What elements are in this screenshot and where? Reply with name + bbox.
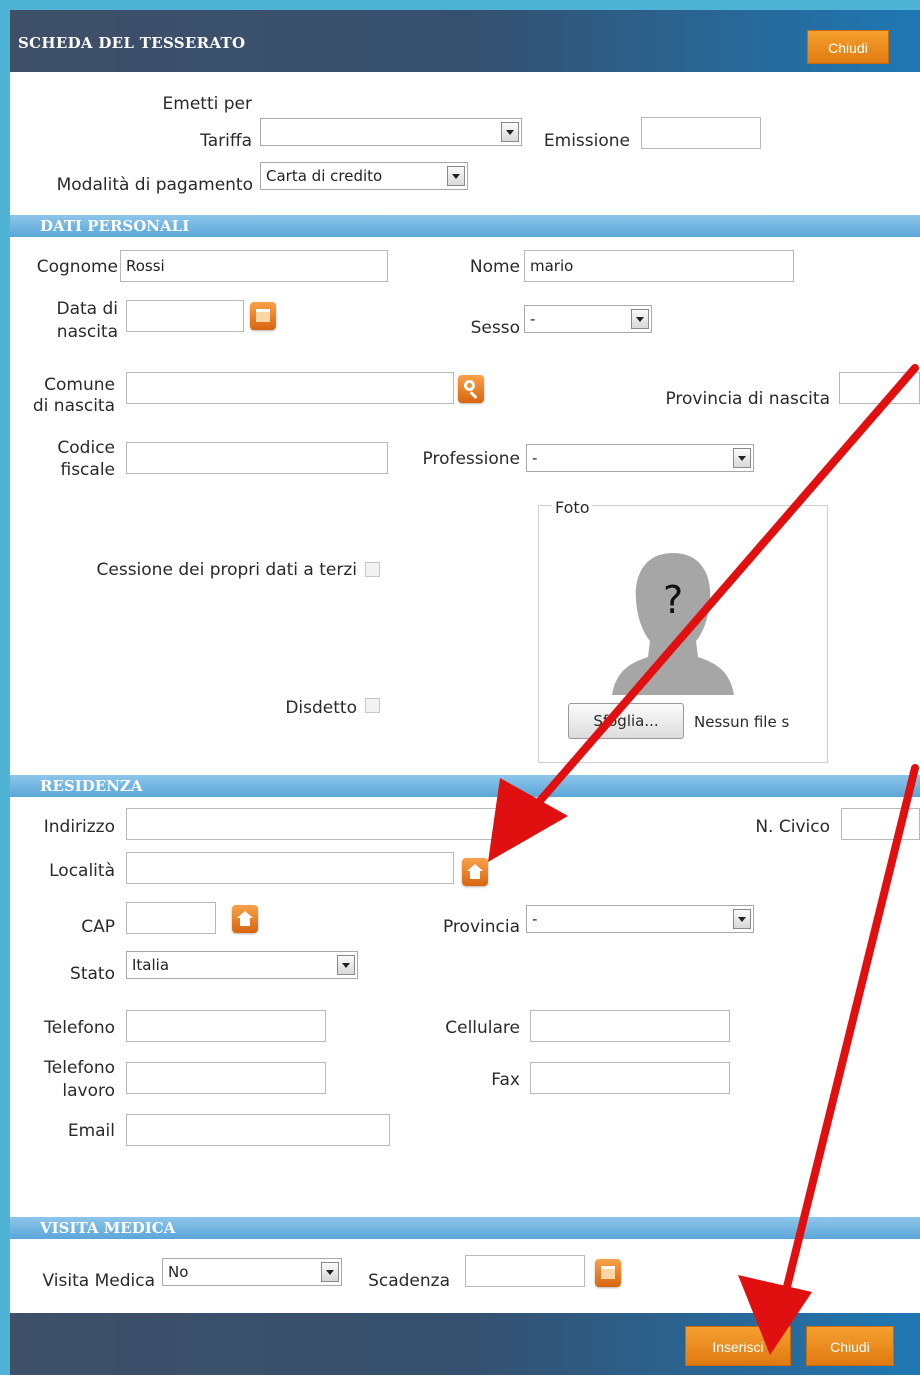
scadenza-field[interactable]	[465, 1255, 585, 1287]
provincia-nascita-field[interactable]	[839, 372, 920, 404]
localita-label: Località	[49, 861, 115, 881]
codice-fiscale-label-1: Codice	[57, 438, 115, 458]
comune-nascita-label-2: di nascita	[32, 396, 115, 416]
data-nascita-field[interactable]	[126, 300, 244, 332]
telefono-label: Telefono	[44, 1018, 115, 1038]
sfoglia-button[interactable]: Sfoglia...	[568, 703, 684, 739]
professione-select[interactable]: -	[526, 444, 754, 472]
nome-label: Nome	[469, 257, 520, 277]
page-title: SCHEDA DEL TESSERATO	[18, 34, 246, 52]
tariffa-select[interactable]	[260, 118, 522, 146]
comune-nascita-label-1: Comune	[44, 375, 115, 395]
calendar-icon[interactable]	[595, 1259, 621, 1287]
emissione-field[interactable]	[641, 117, 761, 149]
disdetto-checkbox[interactable]	[365, 698, 380, 713]
fax-label: Fax	[491, 1070, 520, 1090]
title-bar: SCHEDA DEL TESSERATO Chiudi	[10, 10, 920, 72]
provincia-select[interactable]: -	[526, 905, 754, 933]
inserisci-button[interactable]: Inserisci	[685, 1326, 791, 1366]
cap-label: CAP	[81, 917, 115, 937]
codice-fiscale-field[interactable]	[126, 442, 388, 474]
visita-medica-select[interactable]: No	[162, 1258, 342, 1286]
no-file-label: Nessun file s	[694, 713, 790, 731]
provincia-label: Provincia	[442, 917, 520, 937]
email-label: Email	[67, 1121, 115, 1141]
emetti-per-label: Emetti per	[162, 94, 252, 114]
close-button-top[interactable]: Chiudi	[807, 30, 889, 64]
cellulare-label: Cellulare	[445, 1018, 520, 1038]
comune-nascita-field[interactable]	[126, 372, 454, 404]
cessione-dati-checkbox[interactable]	[365, 562, 380, 577]
chevron-down-icon	[447, 166, 465, 186]
sesso-label: Sesso	[470, 318, 520, 338]
scadenza-label: Scadenza	[368, 1271, 450, 1291]
stato-value: Italia	[132, 956, 170, 974]
calendar-icon[interactable]	[250, 302, 276, 330]
cognome-field[interactable]: Rossi	[120, 250, 388, 282]
cessione-dati-label: Cessione dei propri dati a terzi	[96, 560, 357, 580]
tesserato-form: SCHEDA DEL TESSERATO Chiudi Emetti per T…	[10, 10, 920, 1375]
cap-field[interactable]	[126, 902, 216, 934]
provincia-nascita-label: Provincia di nascita	[665, 389, 830, 409]
sesso-value: -	[530, 310, 536, 328]
professione-value: -	[532, 449, 538, 467]
emissione-label: Emissione	[543, 131, 630, 151]
foto-legend: Foto	[552, 498, 593, 517]
tariffa-label: Tariffa	[200, 131, 252, 151]
visita-medica-value: No	[168, 1263, 189, 1281]
civico-field[interactable]	[841, 808, 920, 840]
visita-medica-label: Visita Medica	[42, 1271, 155, 1291]
modalita-pagamento-select[interactable]: Carta di credito	[260, 162, 468, 190]
indirizzo-field[interactable]	[126, 808, 502, 840]
telefono-lavoro-label-2: lavoro	[62, 1081, 115, 1101]
telefono-lavoro-label-1: Telefono	[44, 1058, 115, 1078]
close-button-bottom[interactable]: Chiudi	[806, 1326, 894, 1366]
professione-label: Professione	[422, 449, 520, 469]
telefono-lavoro-field[interactable]	[126, 1062, 326, 1094]
codice-fiscale-label-2: fiscale	[60, 460, 115, 480]
foto-question-mark: ?	[663, 578, 684, 622]
footer-bar: Inserisci Chiudi	[10, 1313, 920, 1375]
localita-field[interactable]	[126, 852, 454, 884]
fax-field[interactable]	[530, 1062, 730, 1094]
section-residenza: RESIDENZA	[10, 775, 920, 797]
civico-label: N. Civico	[755, 817, 830, 837]
section-dati-personali: DATI PERSONALI	[10, 215, 920, 237]
telefono-field[interactable]	[126, 1010, 326, 1042]
provincia-value: -	[532, 910, 538, 928]
chevron-down-icon	[501, 122, 519, 142]
home-icon[interactable]	[462, 858, 488, 886]
chevron-down-icon	[733, 448, 751, 468]
arrow-to-inserisci	[781, 764, 919, 1299]
data-nascita-label-2: nascita	[56, 322, 118, 342]
indirizzo-label: Indirizzo	[43, 817, 115, 837]
home-icon[interactable]	[232, 905, 258, 933]
search-icon[interactable]	[458, 375, 484, 403]
data-nascita-label-1: Data di	[56, 299, 118, 319]
modalita-pagamento-label: Modalità di pagamento	[56, 175, 253, 195]
cellulare-field[interactable]	[530, 1010, 730, 1042]
chevron-down-icon	[733, 909, 751, 929]
disdetto-label: Disdetto	[285, 698, 357, 718]
chevron-down-icon	[321, 1262, 339, 1282]
stato-select[interactable]: Italia	[126, 951, 358, 979]
nome-field[interactable]: mario	[524, 250, 794, 282]
modalita-pagamento-value: Carta di credito	[266, 167, 383, 185]
chevron-down-icon	[631, 309, 649, 329]
stato-label: Stato	[70, 964, 115, 984]
chevron-down-icon	[337, 955, 355, 975]
section-visita-medica: VISITA MEDICA	[10, 1217, 920, 1239]
cognome-label: Cognome	[36, 257, 118, 277]
email-field[interactable]	[126, 1114, 390, 1146]
sesso-select[interactable]: -	[524, 305, 652, 333]
